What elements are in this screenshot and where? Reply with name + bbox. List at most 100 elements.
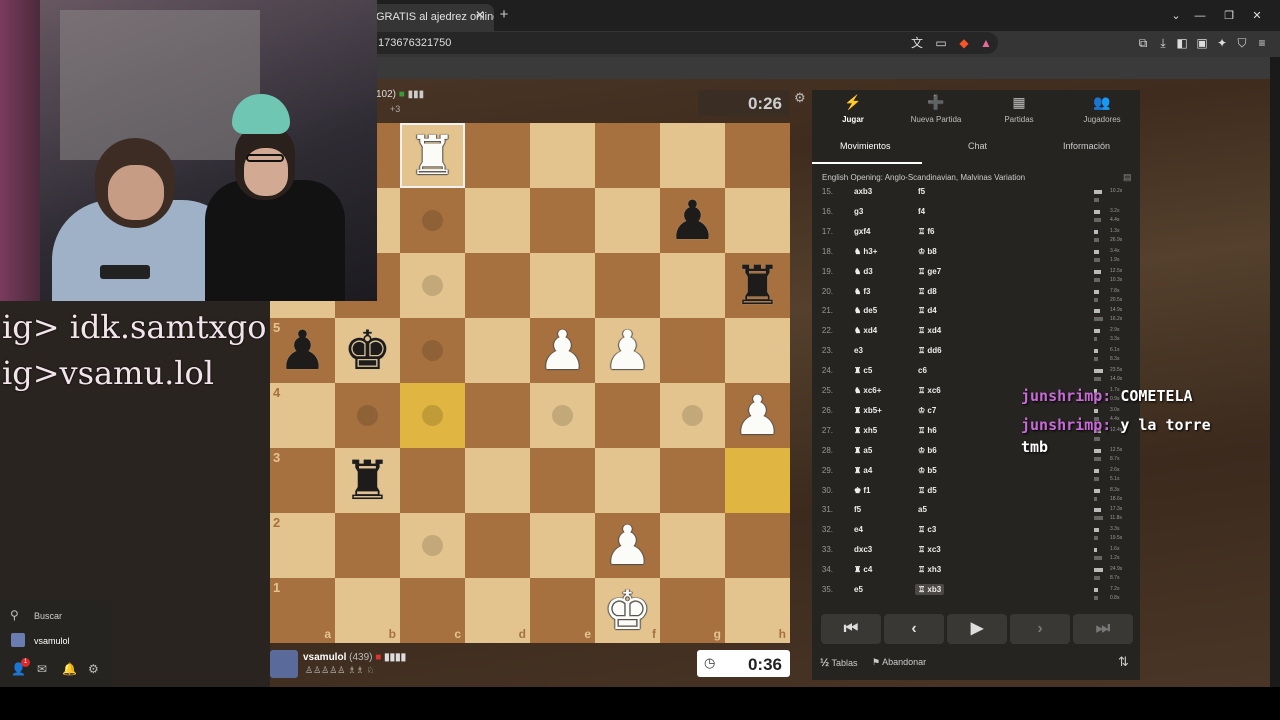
white-move[interactable]: f5 <box>854 505 861 514</box>
white-move[interactable]: ♜ xh5 <box>854 426 877 435</box>
first-move-button[interactable]: ⏮ <box>821 614 881 644</box>
username-link[interactable]: vsamulol <box>34 636 70 646</box>
flip-board-icon[interactable]: ⇅ <box>1118 654 1129 670</box>
black-move[interactable]: ♖ xc3 <box>918 545 941 554</box>
square-d8[interactable] <box>465 123 530 188</box>
square-f5[interactable]: ♟ <box>595 318 660 383</box>
white-move[interactable]: ♞ xc6+ <box>854 386 881 395</box>
square-a1[interactable]: 1a <box>270 578 335 643</box>
black-move[interactable]: a5 <box>918 505 927 514</box>
search-icon[interactable]: ⚲ <box>10 608 19 622</box>
white-piece[interactable]: ♟ <box>595 318 660 383</box>
square-d4[interactable] <box>465 383 530 448</box>
white-piece[interactable]: ♟ <box>725 383 790 448</box>
square-g7[interactable]: ♟ <box>660 188 725 253</box>
black-piece[interactable]: ♟ <box>660 188 725 253</box>
move-hint-dot[interactable] <box>422 275 443 296</box>
white-piece[interactable]: ♟ <box>530 318 595 383</box>
square-g2[interactable] <box>660 513 725 578</box>
tab-chat[interactable]: Chat <box>968 141 987 151</box>
white-move[interactable]: ♞ h3+ <box>854 247 877 256</box>
tab-close-icon[interactable]: ✕ <box>472 6 488 24</box>
square-c2[interactable] <box>400 513 465 578</box>
square-h6[interactable]: ♜ <box>725 253 790 318</box>
square-g5[interactable] <box>660 318 725 383</box>
black-piece[interactable]: ♚ <box>335 318 400 383</box>
black-move[interactable]: ♖ d5 <box>918 486 937 495</box>
white-move[interactable]: e5 <box>854 585 863 594</box>
prev-move-button[interactable]: ‹ <box>884 614 944 644</box>
black-move[interactable]: ♔ c7 <box>918 406 936 415</box>
move-hint-dot[interactable] <box>552 405 573 426</box>
white-move[interactable]: e4 <box>854 525 863 534</box>
square-e7[interactable] <box>530 188 595 253</box>
square-f7[interactable] <box>595 188 660 253</box>
move-hint-dot[interactable] <box>422 405 443 426</box>
play-button[interactable]: ▶ <box>947 614 1007 644</box>
new-tab-button[interactable]: + <box>496 6 512 24</box>
white-piece[interactable]: ♚ <box>595 578 660 643</box>
move-hint-dot[interactable] <box>422 210 443 231</box>
black-move[interactable]: ♖ xd4 <box>918 326 941 335</box>
black-move[interactable]: ♖ xb3 <box>915 584 945 595</box>
wallet-icon[interactable]: ▣ <box>1193 34 1211 52</box>
black-move[interactable]: ♔ b8 <box>918 247 937 256</box>
next-move-button[interactable]: › <box>1010 614 1070 644</box>
download-icon[interactable]: ⤓ <box>1154 34 1172 52</box>
square-e1[interactable]: e <box>530 578 595 643</box>
square-c7[interactable] <box>400 188 465 253</box>
square-h3[interactable] <box>725 448 790 513</box>
square-h7[interactable] <box>725 188 790 253</box>
white-move[interactable]: dxc3 <box>854 545 872 554</box>
square-c5[interactable] <box>400 318 465 383</box>
square-f2[interactable]: ♟ <box>595 513 660 578</box>
square-f1[interactable]: f ♚ <box>595 578 660 643</box>
white-move[interactable]: ♞ d3 <box>854 267 873 276</box>
white-move[interactable]: axb3 <box>854 187 872 196</box>
black-move[interactable]: c6 <box>918 366 927 375</box>
square-a3[interactable]: 3 <box>270 448 335 513</box>
rewards-icon[interactable]: ▲ <box>977 34 995 52</box>
square-g8[interactable] <box>660 123 725 188</box>
resign-button[interactable]: ⚑ Abandonar <box>872 657 926 668</box>
last-move-button[interactable]: ⏭ <box>1073 614 1133 644</box>
move-hint-dot[interactable] <box>422 535 443 556</box>
square-a2[interactable]: 2 <box>270 513 335 578</box>
black-move[interactable]: ♖ xh3 <box>918 565 941 574</box>
white-move[interactable]: ♜ c4 <box>854 565 872 574</box>
bottom-player-name[interactable]: vsamulol (439) ■ ▮▮▮▮ <box>303 652 406 663</box>
brave-shield-icon[interactable]: ◆ <box>955 34 973 52</box>
square-g4[interactable] <box>660 383 725 448</box>
black-piece[interactable]: ♟ <box>270 318 335 383</box>
square-d2[interactable] <box>465 513 530 578</box>
maximize-button[interactable]: ❐ <box>1219 6 1239 26</box>
white-move[interactable]: g3 <box>854 207 863 216</box>
nav-games[interactable]: ▦ Partidas <box>979 94 1059 124</box>
leo-icon[interactable]: ✦ <box>1213 34 1231 52</box>
square-d6[interactable] <box>465 253 530 318</box>
nav-play[interactable]: ⚡ Jugar <box>813 94 893 124</box>
black-move[interactable]: ♔ b5 <box>918 466 937 475</box>
square-h4[interactable]: ♟ <box>725 383 790 448</box>
menu-icon[interactable]: ≡ <box>1253 34 1271 52</box>
square-b2[interactable] <box>335 513 400 578</box>
square-f3[interactable] <box>595 448 660 513</box>
white-piece[interactable]: ♜ <box>400 123 465 188</box>
page-scrollbar[interactable] <box>1270 57 1280 687</box>
draw-button[interactable]: ½ Tablas <box>820 657 858 669</box>
extensions-icon[interactable]: ⧉ <box>1134 34 1152 52</box>
square-f6[interactable] <box>595 253 660 318</box>
black-move[interactable]: ♔ b6 <box>918 446 937 455</box>
black-move[interactable]: ♖ c3 <box>918 525 936 534</box>
white-move[interactable]: ♞ f3 <box>854 287 871 296</box>
black-move[interactable]: f4 <box>918 207 925 216</box>
white-move[interactable]: gxf4 <box>854 227 870 236</box>
square-c8[interactable]: ♜ <box>400 123 465 188</box>
window-close-button[interactable]: ✕ <box>1247 6 1267 26</box>
square-d3[interactable] <box>465 448 530 513</box>
square-h5[interactable] <box>725 318 790 383</box>
square-c3[interactable] <box>400 448 465 513</box>
tab-info[interactable]: Información <box>1063 141 1110 151</box>
white-piece[interactable]: ♟ <box>595 513 660 578</box>
black-move[interactable]: ♖ ge7 <box>918 267 941 276</box>
